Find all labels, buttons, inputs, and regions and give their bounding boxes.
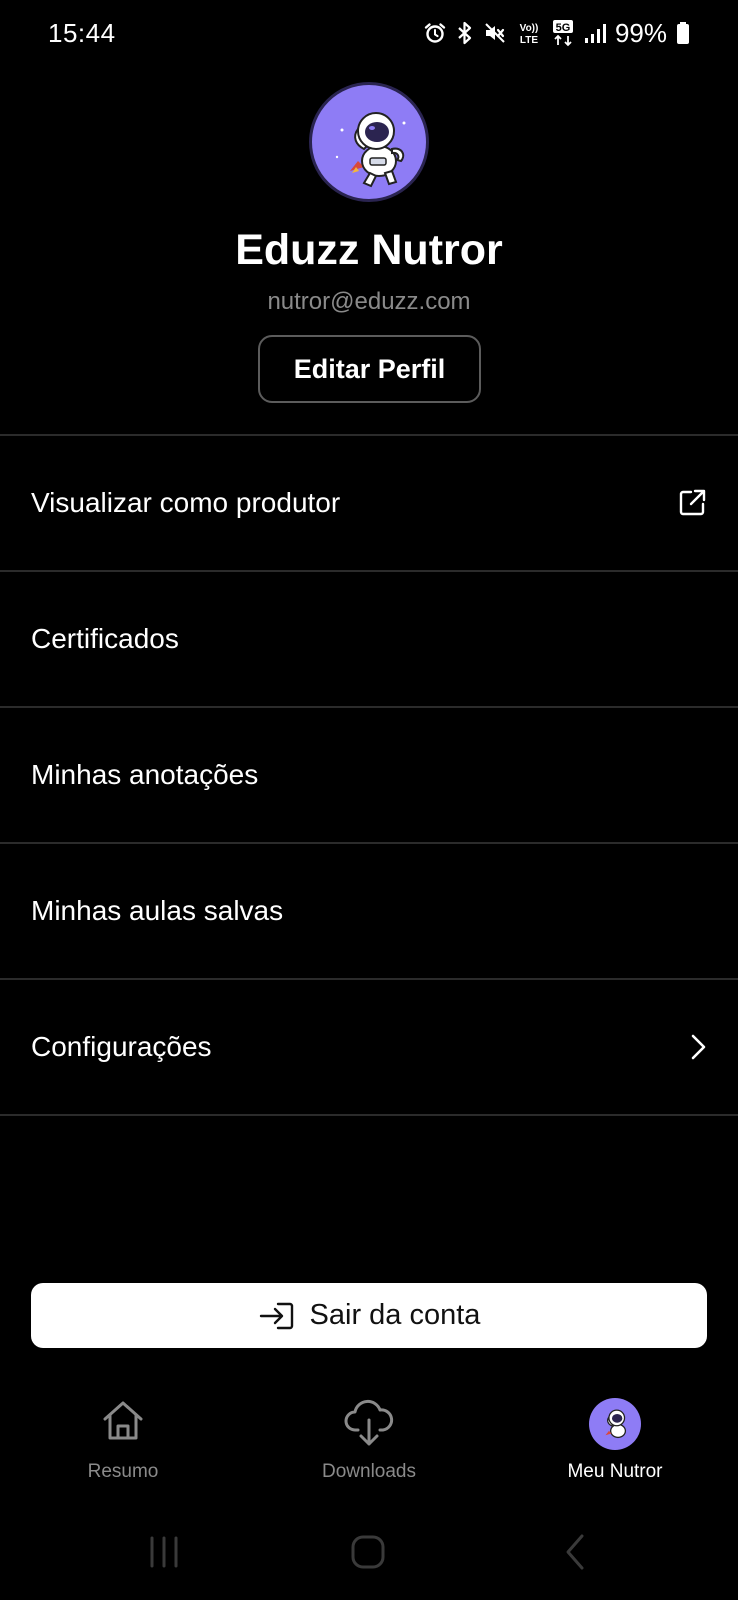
nav-label: Resumo xyxy=(87,1461,159,1482)
avatar xyxy=(589,1398,641,1450)
bottom-nav: Resumo Downloads Meu Nutror xyxy=(0,1385,738,1495)
nav-item-meu-nutror[interactable]: Meu Nutror xyxy=(492,1385,738,1495)
avatar xyxy=(309,82,429,202)
external-link-icon xyxy=(676,487,708,519)
svg-text:Vo)): Vo)) xyxy=(520,23,539,34)
menu-item-settings[interactable]: Configurações xyxy=(0,980,738,1114)
logout-button[interactable]: Sair da conta xyxy=(31,1283,707,1348)
bluetooth-icon xyxy=(456,21,474,45)
astronaut-illustration xyxy=(335,112,406,188)
menu-item-certificates[interactable]: Certificados xyxy=(0,572,738,706)
signal-icon xyxy=(584,21,606,45)
menu-item-saved-lessons[interactable]: Minhas aulas salvas xyxy=(0,844,738,978)
mute-icon xyxy=(483,21,507,45)
battery-percent: 99% xyxy=(614,17,667,48)
nav-label: Meu Nutror xyxy=(567,1461,663,1482)
svg-text:LTE: LTE xyxy=(520,35,538,46)
back-icon[interactable] xyxy=(556,1532,596,1572)
menu-item-my-notes[interactable]: Minhas anotações xyxy=(0,708,738,842)
5g-icon: 5G xyxy=(551,19,575,47)
cloud-download-icon xyxy=(343,1398,395,1448)
divider xyxy=(0,1114,738,1116)
status-time: 15:44 xyxy=(48,18,116,48)
menu-item-view-as-producer[interactable]: Visualizar como produtor xyxy=(0,436,738,570)
menu-item-label: Configurações xyxy=(31,1031,212,1062)
logout-label: Sair da conta xyxy=(309,1299,481,1331)
menu-item-label: Minhas anotações xyxy=(31,759,259,790)
edit-profile-button[interactable]: Editar Perfil xyxy=(258,335,481,403)
logout-icon xyxy=(258,1300,296,1332)
alarm-icon xyxy=(423,21,447,45)
menu-item-label: Visualizar como produtor xyxy=(31,487,341,518)
volte-icon: Vo)) LTE xyxy=(516,20,542,46)
recent-apps-icon[interactable] xyxy=(144,1532,184,1572)
profile-name: Eduzz Nutror xyxy=(235,226,503,274)
home-button-icon[interactable] xyxy=(348,1532,388,1572)
menu-item-label: Minhas aulas salvas xyxy=(31,895,284,926)
nav-item-downloads[interactable]: Downloads xyxy=(246,1385,492,1495)
svg-text:5G: 5G xyxy=(556,22,571,34)
nav-label: Downloads xyxy=(322,1461,416,1482)
chevron-right-icon xyxy=(688,1031,708,1063)
system-nav xyxy=(0,1520,738,1590)
menu-item-label: Certificados xyxy=(31,623,179,654)
profile-email: nutror@eduzz.com xyxy=(267,288,471,315)
battery-icon xyxy=(676,21,690,45)
home-icon xyxy=(100,1398,146,1444)
nav-item-resumo[interactable]: Resumo xyxy=(0,1385,246,1495)
status-bar: 15:44 Vo)) LTE 5G 99% xyxy=(0,0,738,68)
status-icons: Vo)) LTE 5G 99% xyxy=(423,16,690,50)
